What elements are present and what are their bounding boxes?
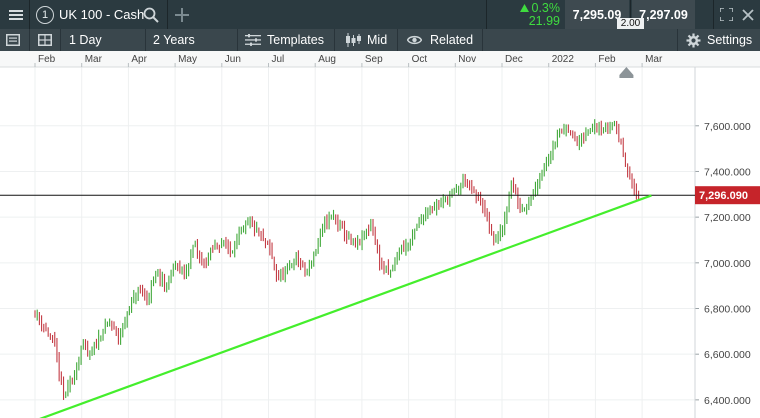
chart-toolbar: 1 Day 2 Years Templates Mid Related Sett…: [0, 29, 760, 51]
candlestick-icon: [346, 33, 361, 47]
chart-list-icon[interactable]: [6, 29, 20, 51]
y-tick-label: 6,600.000: [704, 349, 751, 361]
change-points: 21.99: [528, 13, 560, 28]
interval-select[interactable]: 1 Day: [69, 29, 102, 51]
close-icon[interactable]: [742, 0, 754, 29]
x-tick-label: Nov: [458, 54, 476, 65]
price-change: 0.3% 21.99: [496, 0, 560, 29]
price-chart[interactable]: Feb Mar Apr May Jun Jul Aug Sep Oct Nov Dec 2022 Feb…: [0, 51, 760, 418]
gear-icon: [686, 33, 701, 47]
event-marker-icon: [619, 67, 634, 78]
layout-grid-icon[interactable]: [38, 29, 52, 51]
settings-button[interactable]: Settings: [686, 29, 752, 51]
up-arrow-icon: [519, 4, 529, 12]
add-tab-icon[interactable]: [175, 0, 189, 29]
y-tick-label: 7,200.000: [704, 212, 751, 224]
x-tick-label: Dec: [505, 54, 523, 65]
menu-icon[interactable]: [5, 0, 27, 29]
x-tick-label: 2022: [552, 54, 575, 65]
y-tick-label: 7,400.000: [704, 166, 751, 178]
x-tick-label: Apr: [131, 54, 147, 65]
x-tick-label: Aug: [318, 54, 336, 65]
expand-icon[interactable]: [720, 0, 733, 29]
price-type-button[interactable]: Mid: [345, 29, 387, 51]
templates-button[interactable]: Templates: [245, 29, 324, 51]
x-tick-label: Feb: [38, 54, 56, 65]
instrument-number-badge: 1: [36, 0, 54, 29]
y-axis: 7,600.000 7,400.000 7,200.000 7,000.000 6,80…: [694, 67, 751, 418]
instrument-number: 1: [36, 5, 54, 24]
sliders-icon: [245, 34, 261, 46]
chart-overlays: 7,296.090: [0, 67, 760, 418]
instrument-header: 1 UK 100 - Cash 0.3% 21.99 7,295.09 7,29…: [0, 0, 760, 29]
y-tick-label: 7,000.000: [704, 258, 751, 270]
instrument-name[interactable]: UK 100 - Cash: [59, 0, 144, 29]
x-tick-label: Mar: [645, 54, 663, 65]
change-percent: 0.3%: [531, 0, 561, 15]
x-tick-label: Jun: [225, 54, 241, 65]
x-tick-label: Feb: [598, 54, 616, 65]
x-axis: Feb Mar Apr May Jun Jul Aug Sep Oct Nov Dec 2022 Feb…: [0, 51, 760, 68]
candles: [34, 119, 640, 400]
x-tick-label: May: [178, 54, 197, 65]
y-tick-label: 6,400.000: [704, 395, 751, 407]
x-tick-label: Oct: [412, 54, 428, 65]
x-tick-label: Sep: [365, 54, 383, 65]
spread-badge: 2.00: [617, 18, 644, 29]
search-icon[interactable]: [143, 0, 159, 29]
related-button[interactable]: Related: [407, 29, 473, 51]
y-tick-label: 7,600.000: [704, 121, 751, 133]
related-label: Related: [430, 33, 474, 47]
chart-grid: [0, 67, 695, 418]
eye-icon: [407, 35, 422, 45]
y-tick-label: 6,800.000: [704, 304, 751, 316]
templates-label: Templates: [267, 33, 324, 47]
range-select[interactable]: 2 Years: [153, 29, 195, 51]
price-type-label: Mid: [367, 33, 388, 47]
x-tick-label: Jul: [272, 54, 285, 65]
x-tick-label: Mar: [85, 54, 103, 65]
current-price-label: 7,296.090: [699, 190, 748, 202]
settings-label: Settings: [707, 33, 753, 47]
trend-line: [39, 194, 652, 418]
